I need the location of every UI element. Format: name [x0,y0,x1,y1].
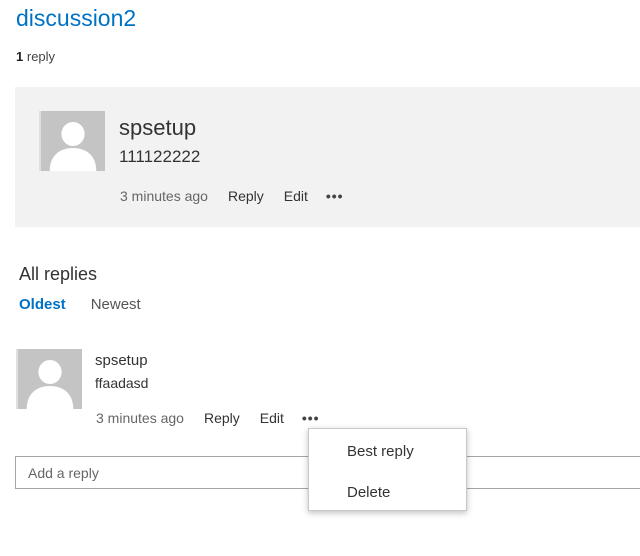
person-placeholder-icon [18,349,82,409]
person-placeholder-icon [41,111,105,171]
post-timestamp: 3 minutes ago [120,188,208,204]
post-actions: 3 minutes ago Reply Edit ••• [120,186,344,206]
avatar[interactable] [16,349,82,409]
avatar[interactable] [39,111,105,171]
tab-newest[interactable]: Newest [91,295,141,315]
root-post: spsetup 111122222 3 minutes ago Reply Ed… [15,87,640,227]
reply-author[interactable]: spsetup [95,352,148,370]
reply-count-number: 1 [16,49,24,64]
sort-tabs: Oldest Newest [19,295,141,315]
reply-button[interactable]: Reply [204,410,240,426]
post-body: 111122222 [119,147,201,166]
reply-count: 1 reply [16,49,55,65]
edit-button[interactable]: Edit [260,410,284,426]
reply-body: ffaadasd [95,375,149,391]
more-options-icon[interactable]: ••• [302,410,320,426]
context-menu: Best reply Delete [308,428,467,511]
discussion-title: discussion2 [16,5,137,31]
all-replies-heading: All replies [19,264,98,284]
post-author[interactable]: spsetup [119,115,196,141]
reply-actions: 3 minutes ago Reply Edit ••• [96,408,320,428]
edit-button[interactable]: Edit [284,188,308,204]
menu-item-delete[interactable]: Delete [347,483,390,503]
reply-button[interactable]: Reply [228,188,264,204]
reply-count-label: reply [26,49,56,64]
more-options-icon[interactable]: ••• [326,188,344,204]
reply-timestamp: 3 minutes ago [96,410,184,426]
tab-oldest[interactable]: Oldest [19,295,66,315]
menu-item-best-reply[interactable]: Best reply [347,442,414,462]
